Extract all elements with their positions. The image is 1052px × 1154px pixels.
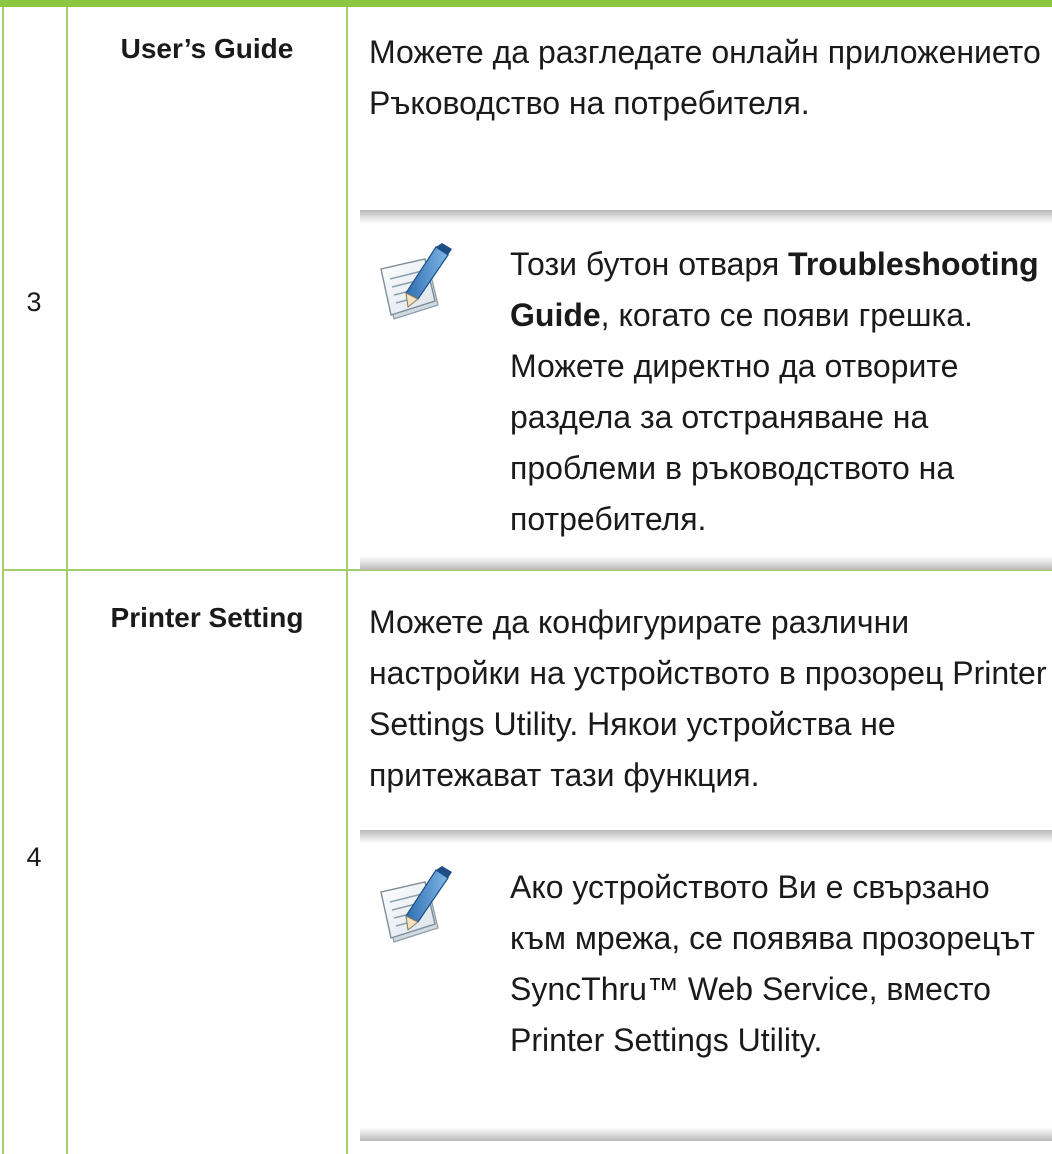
row-description: Можете да конфигурирате различни настрой… (369, 604, 1047, 793)
row-name: Printer Setting (110, 602, 304, 633)
row-number: 3 (26, 287, 42, 317)
column-divider-number (66, 7, 68, 1154)
row-number: 4 (26, 842, 42, 872)
note-text-part: , когато се появи грешка. Можете директн… (510, 297, 973, 537)
table-top-rule (0, 0, 1052, 7)
row-name: User’s Guide (120, 33, 294, 64)
note-pencil-icon (380, 243, 452, 320)
row-description: Можете да разгледате онлайн приложението… (369, 34, 1041, 121)
note-bottom-bar (360, 556, 1052, 570)
note-top-bar (360, 210, 1052, 224)
note-bottom-bar (360, 1127, 1052, 1141)
table-left-border (2, 7, 4, 1154)
note-pencil-icon (380, 866, 452, 943)
note-text-part: Този бутон отваря (510, 246, 789, 282)
note-text: Ако устройството Ви е свързано към мрежа… (510, 869, 1035, 1058)
column-divider-name (346, 7, 348, 1154)
manual-page: 3 User’s Guide Можете да разгледате онла… (0, 0, 1052, 1154)
note-top-bar (360, 830, 1052, 844)
note-text: Този бутон отваря Troubleshooting Guide,… (510, 239, 1052, 545)
